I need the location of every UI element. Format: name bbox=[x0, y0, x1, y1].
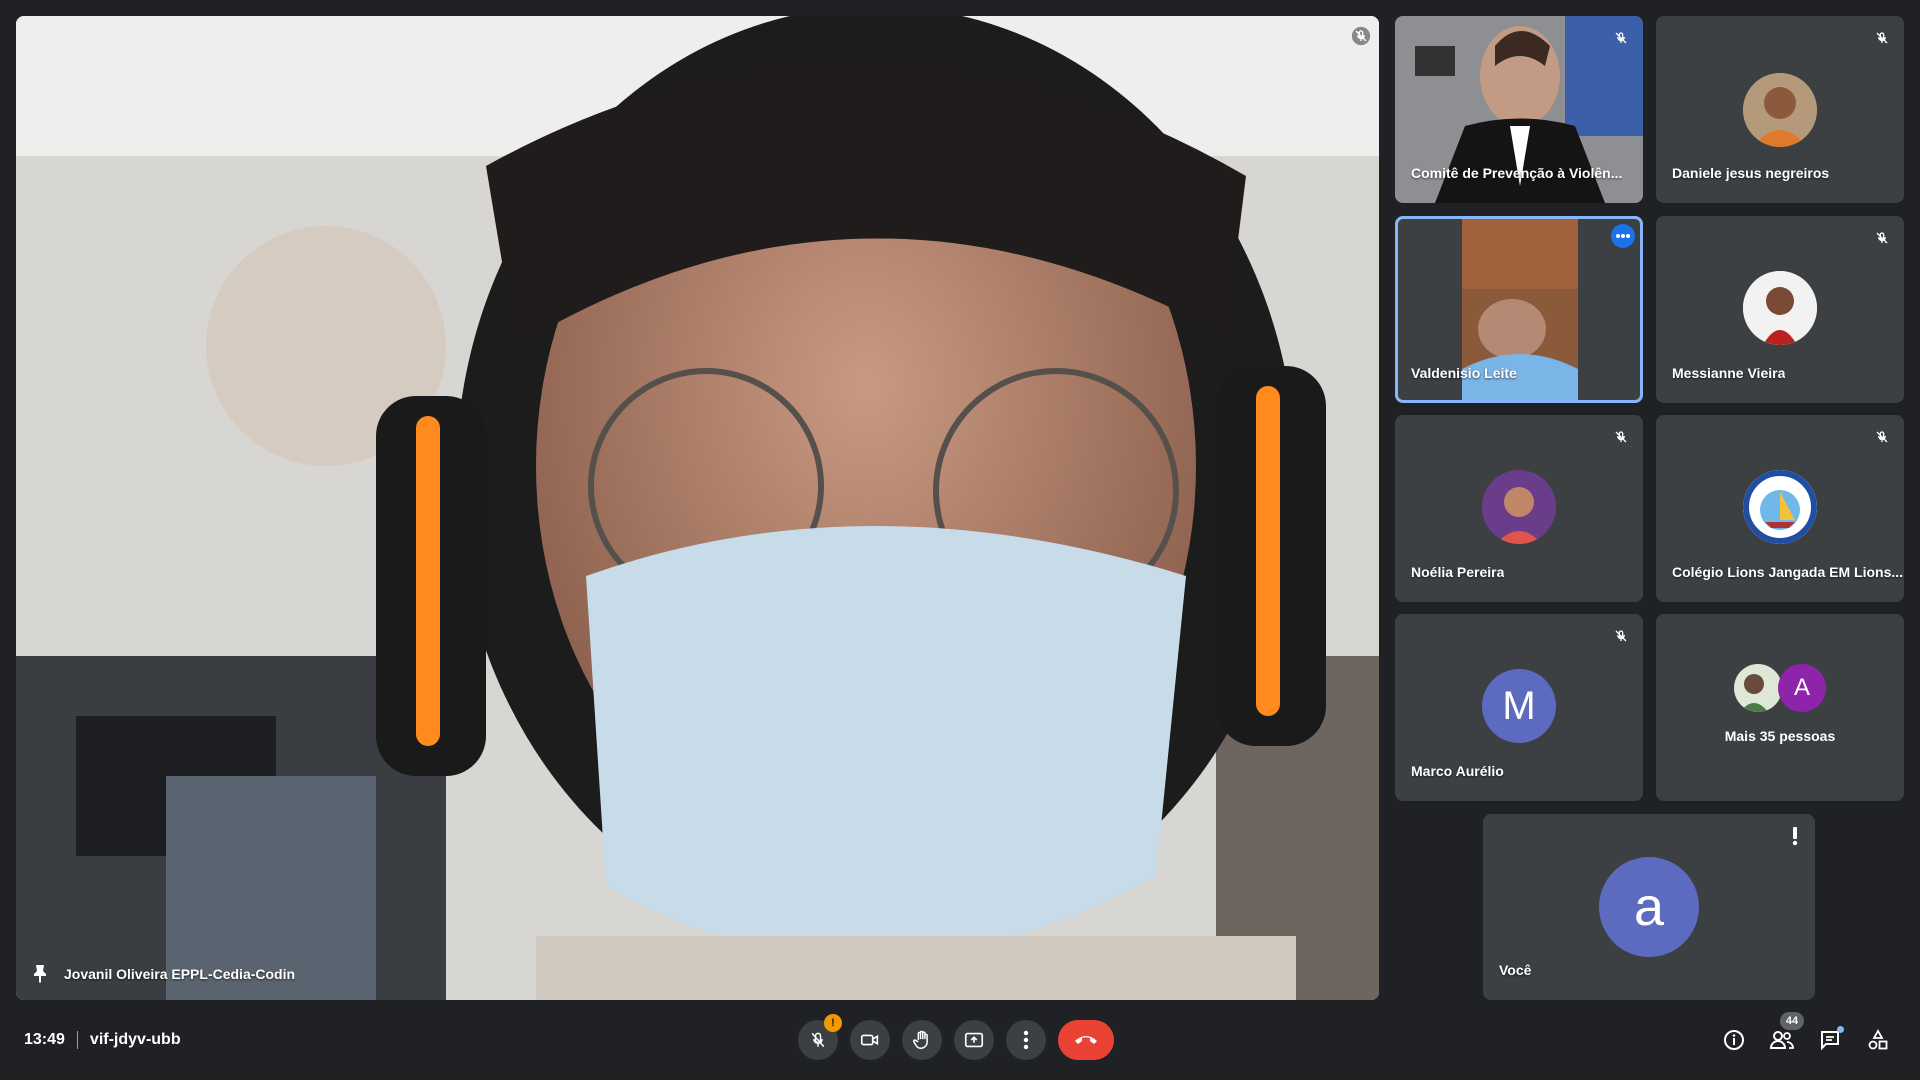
present-screen-button[interactable] bbox=[954, 1020, 994, 1060]
avatar: M bbox=[1482, 669, 1556, 743]
meeting-code: vif-jdyv-ubb bbox=[89, 1031, 181, 1048]
mic-warning-badge: ! bbox=[824, 1014, 842, 1032]
end-call-icon bbox=[1075, 1036, 1097, 1044]
mic-off-icon bbox=[1609, 425, 1633, 449]
more-participants-tile[interactable]: A Mais 35 pessoas bbox=[1656, 614, 1904, 801]
participants-button[interactable]: 44 bbox=[1766, 1012, 1804, 1056]
more-participants-label: Mais 35 pessoas bbox=[1724, 728, 1836, 744]
activities-icon bbox=[1868, 1029, 1888, 1050]
leave-call-button[interactable] bbox=[1058, 1020, 1114, 1060]
participant-name: Marco Aurélio bbox=[1411, 763, 1504, 779]
participant-name: Colégio Lions Jangada EM Lions... bbox=[1672, 564, 1904, 580]
main-video-feed bbox=[16, 16, 1379, 1000]
camera-toggle-button[interactable] bbox=[850, 1020, 890, 1060]
mic-off-icon bbox=[1609, 26, 1633, 50]
activities-button[interactable] bbox=[1862, 1024, 1894, 1056]
present-icon bbox=[964, 1032, 984, 1048]
avatar-letter: A bbox=[1793, 674, 1810, 701]
participant-name: Noélia Pereira bbox=[1411, 564, 1505, 580]
people-icon bbox=[1769, 1031, 1794, 1049]
main-video-mic-off-icon bbox=[1349, 24, 1373, 48]
clock: 13:49 bbox=[24, 1031, 65, 1048]
school-logo-avatar bbox=[1743, 470, 1817, 544]
self-name: Você bbox=[1499, 962, 1532, 978]
chat-notification-dot bbox=[1837, 1026, 1844, 1033]
mic-off-icon bbox=[1870, 226, 1894, 250]
people-count-badge: 44 bbox=[1780, 1012, 1804, 1030]
main-video[interactable]: Jovanil Oliveira EPPL-Cedia-Codin bbox=[16, 16, 1379, 1000]
participant-name: Messianne Vieira bbox=[1672, 365, 1786, 381]
participant-name: Valdenisio Leite bbox=[1411, 365, 1517, 381]
camera-icon bbox=[860, 1034, 879, 1046]
avatar: a bbox=[1599, 857, 1699, 957]
avatar bbox=[1743, 73, 1817, 147]
participant-tile-valdenisio[interactable]: Valdenisio Leite bbox=[1395, 216, 1643, 403]
avatar: A bbox=[1778, 664, 1826, 712]
participant-tile-colegio-lions[interactable]: Colégio Lions Jangada EM Lions... bbox=[1656, 415, 1904, 602]
warning-icon[interactable] bbox=[1787, 826, 1803, 846]
participant-name: Comitê de Prevenção à Violên... bbox=[1411, 165, 1623, 181]
self-tile[interactable]: a Você bbox=[1483, 814, 1815, 1000]
main-participant-name: Jovanil Oliveira EPPL-Cedia-Codin bbox=[64, 966, 296, 982]
avatar-letter: a bbox=[1633, 877, 1665, 937]
mic-off-icon bbox=[811, 1032, 825, 1048]
participant-tile-daniele[interactable]: Daniele jesus negreiros bbox=[1656, 16, 1904, 203]
avatar bbox=[1743, 271, 1817, 345]
raise-hand-button[interactable] bbox=[902, 1020, 942, 1060]
participant-tile-comite[interactable]: Comitê de Prevenção à Violên... bbox=[1395, 16, 1643, 203]
bottom-control-bar: 13:49 vif-jdyv-ubb ! 44 bbox=[0, 1000, 1920, 1080]
mic-off-icon bbox=[1870, 425, 1894, 449]
more-options-button[interactable] bbox=[1006, 1020, 1046, 1060]
more-vert-icon bbox=[1023, 1030, 1029, 1050]
meeting-info: 13:49 vif-jdyv-ubb bbox=[24, 1031, 181, 1049]
chat-button[interactable] bbox=[1814, 1024, 1846, 1056]
more-options-icon[interactable] bbox=[1611, 224, 1635, 248]
mic-off-icon bbox=[1870, 26, 1894, 50]
participant-tile-messianne[interactable]: Messianne Vieira bbox=[1656, 216, 1904, 403]
participant-name: Daniele jesus negreiros bbox=[1672, 165, 1830, 181]
avatar bbox=[1734, 664, 1782, 712]
mic-off-icon bbox=[1609, 624, 1633, 648]
mic-toggle-button[interactable]: ! bbox=[798, 1014, 842, 1060]
avatar bbox=[1482, 470, 1556, 544]
pin-icon[interactable] bbox=[28, 962, 52, 986]
participant-tile-noelia[interactable]: Noélia Pereira bbox=[1395, 415, 1643, 602]
divider bbox=[76, 1031, 78, 1049]
info-icon bbox=[1724, 1030, 1744, 1050]
avatar-letter: M bbox=[1502, 683, 1536, 728]
raise-hand-icon bbox=[913, 1030, 928, 1049]
participant-tile-marco-aurelio[interactable]: M Marco Aurélio bbox=[1395, 614, 1643, 801]
meeting-details-button[interactable] bbox=[1718, 1024, 1750, 1056]
